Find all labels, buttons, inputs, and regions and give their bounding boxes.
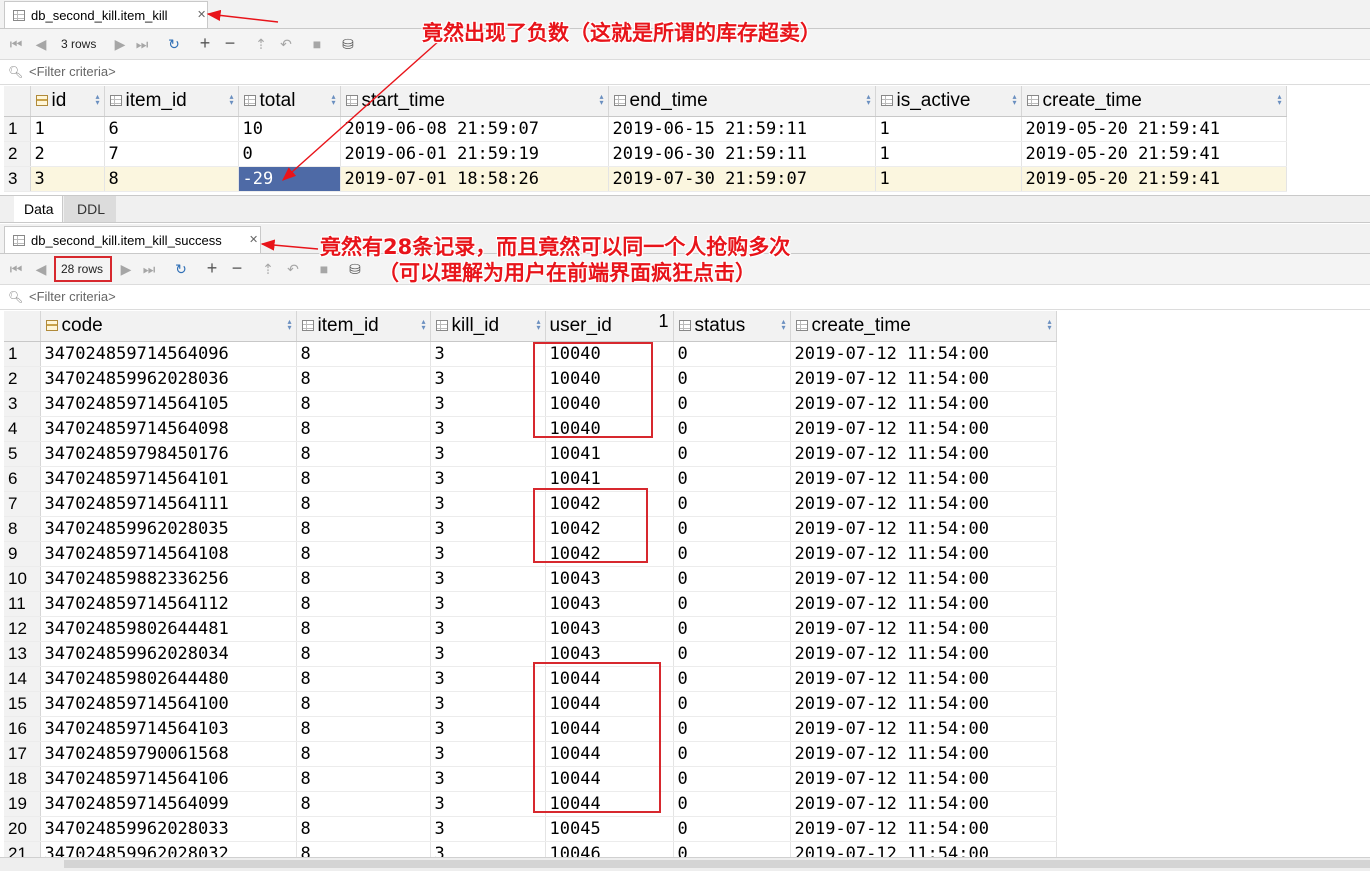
arrow-to-success-tab	[260, 239, 319, 251]
records-annotation-prefix: 竟然有	[320, 235, 383, 259]
records-annotation-line2: （可以理解为用户在前端界面疯狂点击）	[378, 261, 756, 285]
arrow-to-tab	[206, 9, 279, 23]
arrow-to-negative-total	[281, 39, 441, 181]
oversell-annotation: 竟然出现了负数（这就是所谓的库存超卖）	[422, 21, 821, 45]
records-annotation-suffix: 条记录，而且竟然可以同一个人抢购多次	[412, 235, 791, 259]
annotation-arrows	[206, 9, 441, 251]
records-annotation-count: 28	[383, 235, 413, 259]
